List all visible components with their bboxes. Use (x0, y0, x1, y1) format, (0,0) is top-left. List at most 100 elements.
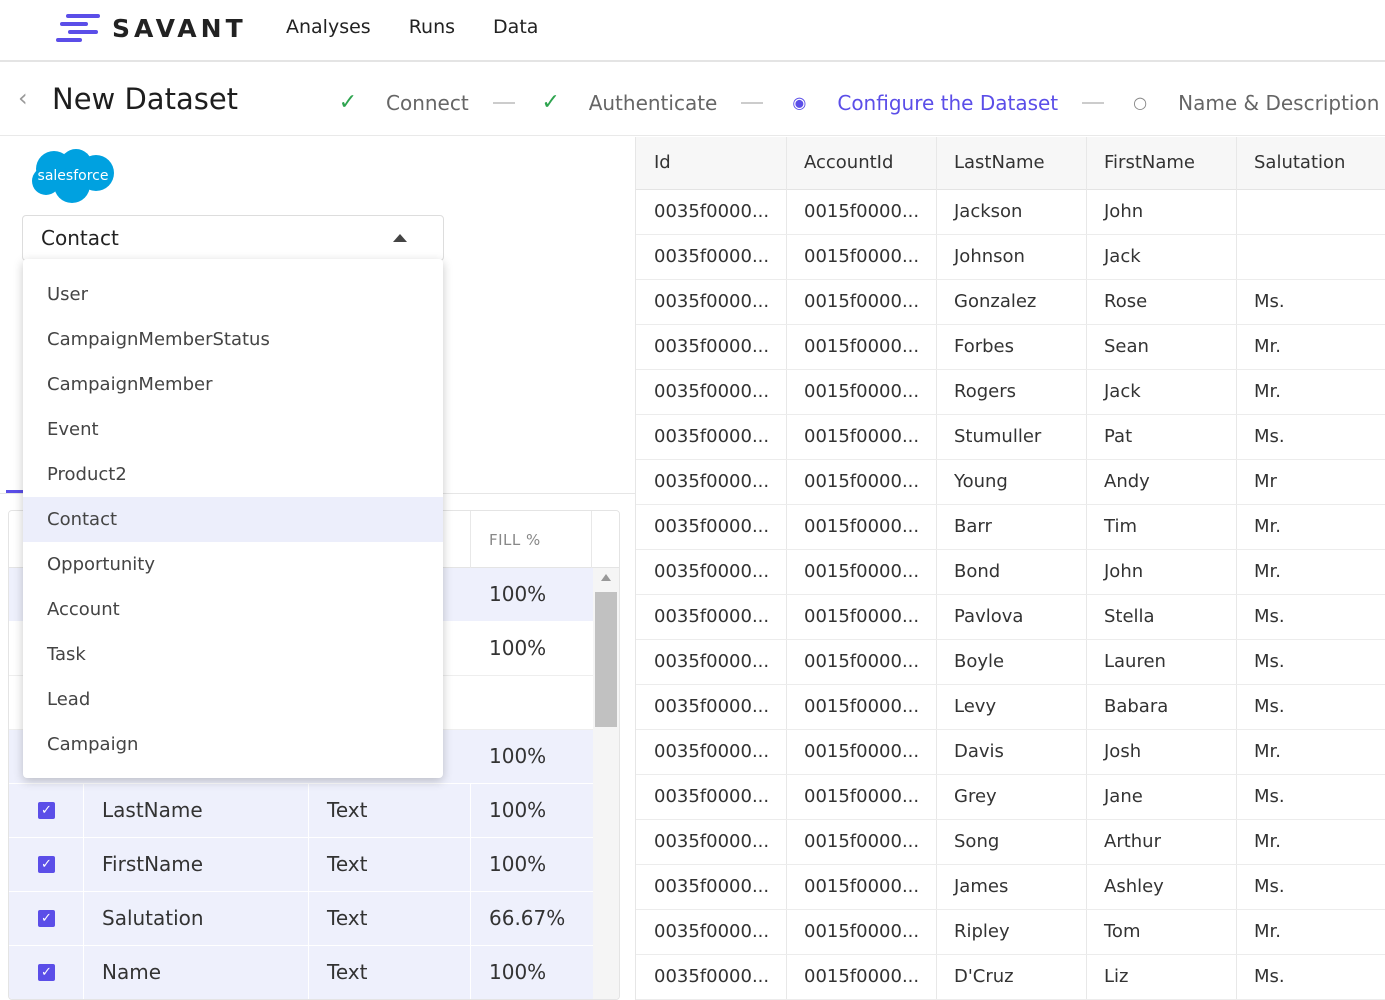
checkbox-checked-icon[interactable]: ✓ (38, 964, 55, 981)
step-separator (492, 101, 515, 104)
cell-accountid: 0015f0000... (804, 471, 920, 492)
fill-percent: 100% (489, 960, 547, 984)
table-row[interactable]: 0035f0000... 0015f0000... Gonzalez Rose Ms. (636, 280, 1385, 325)
caret-up-icon[interactable] (393, 234, 407, 242)
dropdown-option[interactable]: Opportunity (23, 542, 443, 587)
cell-lastname: Young (954, 471, 1008, 492)
cell-lastname: Johnson (954, 246, 1025, 267)
dropdown-option[interactable]: Account (23, 587, 443, 632)
cell-id: 0035f0000... (654, 966, 770, 987)
table-row[interactable]: ✓ Name Text 100% (9, 946, 593, 999)
column-divider (308, 892, 309, 946)
table-row[interactable]: 0035f0000... 0015f0000... Pavlova Stella Ms. (636, 595, 1385, 640)
column-header-firstname[interactable]: FirstName (1104, 152, 1195, 173)
column-divider (591, 511, 592, 568)
checkbox-checked-icon[interactable]: ✓ (38, 910, 55, 927)
nav-data[interactable]: Data (493, 16, 538, 38)
table-row[interactable]: 0035f0000... 0015f0000... Levy Babara Ms. (636, 685, 1385, 730)
cell-id: 0035f0000... (654, 741, 770, 762)
table-row[interactable]: 0035f0000... 0015f0000... Ripley Tom Mr. (636, 910, 1385, 955)
step-separator (1082, 101, 1105, 104)
table-row[interactable]: 0035f0000... 0015f0000... D'Cruz Liz Ms. (636, 955, 1385, 1000)
cell-salutation: Ms. (1254, 876, 1285, 897)
column-divider (470, 838, 471, 892)
dropdown-option[interactable]: Task (23, 632, 443, 677)
page-title: New Dataset (52, 82, 239, 116)
nav-analyses[interactable]: Analyses (286, 16, 371, 38)
table-row[interactable]: 0035f0000... 0015f0000... James Ashley Ms. (636, 865, 1385, 910)
scrollbar[interactable] (593, 568, 619, 999)
cell-accountid: 0015f0000... (804, 201, 920, 222)
dropdown-option[interactable]: Product2 (23, 452, 443, 497)
table-row[interactable]: 0035f0000... 0015f0000... Bond John Mr. (636, 550, 1385, 595)
dropdown-option[interactable]: User (23, 272, 443, 317)
cell-lastname: Gonzalez (954, 291, 1037, 312)
field-type[interactable]: Text (327, 798, 367, 822)
dropdown-option[interactable]: Lead (23, 677, 443, 722)
step-configure[interactable]: ◉ Configure the Dataset (787, 91, 1058, 115)
table-row[interactable]: 0035f0000... 0015f0000... Stumuller Pat Ms. (636, 415, 1385, 460)
table-row[interactable]: 0035f0000... 0015f0000... Forbes Sean Mr. (636, 325, 1385, 370)
nav-runs[interactable]: Runs (409, 16, 455, 38)
cell-salutation: Ms. (1254, 651, 1285, 672)
dropdown-option[interactable]: CampaignMemberStatus (23, 317, 443, 362)
table-row[interactable]: 0035f0000... 0015f0000... Johnson Jack (636, 235, 1385, 280)
table-row[interactable]: ✓ Salutation Text 66.67% (9, 892, 593, 946)
table-row[interactable]: ✓ FirstName Text 100% (9, 838, 593, 892)
preview-table: Id AccountId LastName FirstName Salutati… (635, 137, 1385, 1000)
cell-salutation: Ms. (1254, 966, 1285, 987)
column-header-lastname[interactable]: LastName (954, 152, 1045, 173)
field-type[interactable]: Text (327, 906, 367, 930)
cell-lastname: Ripley (954, 921, 1010, 942)
dropdown-option[interactable]: Campaign (23, 722, 443, 767)
cell-id: 0035f0000... (654, 291, 770, 312)
column-header-salutation[interactable]: Salutation (1254, 152, 1345, 173)
cell-lastname: Bond (954, 561, 1001, 582)
cell-accountid: 0015f0000... (804, 876, 920, 897)
cell-firstname: Tim (1104, 516, 1137, 537)
table-row[interactable]: ✓ LastName Text 100% (9, 784, 593, 838)
scrollbar-thumb[interactable] (595, 592, 617, 727)
object-select[interactable]: Contact (22, 215, 444, 261)
cell-accountid: 0015f0000... (804, 516, 920, 537)
table-row[interactable]: 0035f0000... 0015f0000... Jackson John (636, 190, 1385, 235)
savant-logo[interactable]: SAVANT (56, 12, 247, 44)
table-row[interactable]: 0035f0000... 0015f0000... Song Arthur Mr. (636, 820, 1385, 865)
cell-accountid: 0015f0000... (804, 561, 920, 582)
scroll-up-arrow-icon[interactable] (601, 574, 611, 581)
cell-lastname: Rogers (954, 381, 1016, 402)
dropdown-option-selected[interactable]: Contact (23, 497, 443, 542)
chevron-left-icon[interactable]: ‹ (18, 84, 28, 112)
column-header-id[interactable]: Id (654, 152, 671, 173)
field-type[interactable]: Text (327, 852, 367, 876)
checkbox-checked-icon[interactable]: ✓ (38, 802, 55, 819)
field-type[interactable]: Text (327, 960, 367, 984)
cell-lastname: Barr (954, 516, 992, 537)
table-row[interactable]: 0035f0000... 0015f0000... Rogers Jack Mr. (636, 370, 1385, 415)
dropdown-option[interactable]: Event (23, 407, 443, 452)
step-name-description[interactable]: ○ Name & Description (1128, 91, 1379, 115)
cell-lastname: Song (954, 831, 1000, 852)
fill-percent: 66.67% (489, 906, 566, 930)
column-divider (308, 838, 309, 892)
column-header-fill[interactable]: FILL % (489, 531, 541, 549)
main-nav: Analyses Runs Data (286, 16, 538, 38)
page-header: ‹ New Dataset ✓ Connect ✓ Authenticate ◉… (0, 64, 1385, 136)
dropdown-option[interactable]: CampaignMember (23, 362, 443, 407)
step-authenticate[interactable]: ✓ Authenticate (539, 90, 717, 115)
column-divider (470, 946, 471, 999)
fill-percent: 100% (489, 852, 547, 876)
table-row[interactable]: 0035f0000... 0015f0000... Grey Jane Ms. (636, 775, 1385, 820)
cell-accountid: 0015f0000... (804, 651, 920, 672)
table-row[interactable]: 0035f0000... 0015f0000... Barr Tim Mr. (636, 505, 1385, 550)
column-header-accountid[interactable]: AccountId (804, 152, 893, 173)
checkbox-checked-icon[interactable]: ✓ (38, 856, 55, 873)
table-row[interactable]: 0035f0000... 0015f0000... Young Andy Mr (636, 460, 1385, 505)
table-row[interactable]: 0035f0000... 0015f0000... Davis Josh Mr. (636, 730, 1385, 775)
step-connect[interactable]: ✓ Connect (336, 90, 469, 115)
checkmark-icon: ✓ (338, 90, 358, 115)
table-row[interactable]: 0035f0000... 0015f0000... Boyle Lauren Ms. (636, 640, 1385, 685)
cell-accountid: 0015f0000... (804, 786, 920, 807)
column-divider (470, 784, 471, 838)
cell-lastname: Grey (954, 786, 997, 807)
